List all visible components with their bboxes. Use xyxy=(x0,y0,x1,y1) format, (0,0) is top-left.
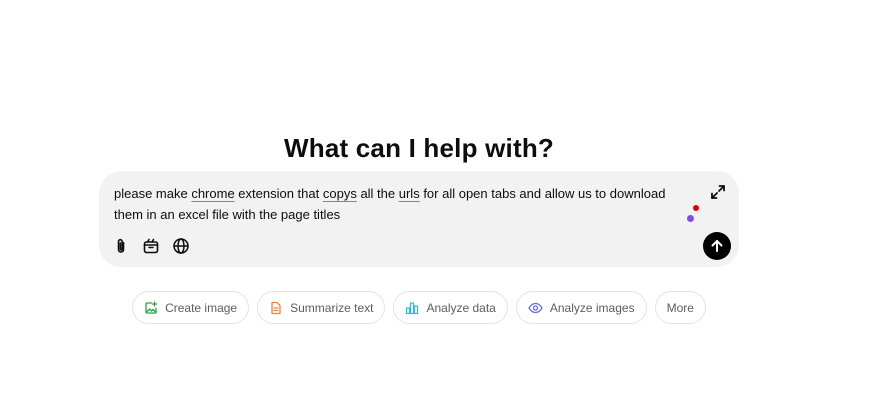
attach-button[interactable] xyxy=(110,235,132,257)
page-title: What can I help with? xyxy=(284,133,554,164)
chat-home: What can I help with? please make chrome… xyxy=(0,0,886,412)
misspelled-word[interactable]: urls xyxy=(399,186,420,201)
chip-label: Create image xyxy=(165,300,238,315)
analyze-data-chip[interactable]: Analyze data xyxy=(393,291,508,324)
web-search-button[interactable] xyxy=(170,235,192,257)
bar-chart-icon xyxy=(406,301,419,314)
image-plus-icon xyxy=(145,300,158,314)
chip-label: Analyze data xyxy=(426,300,496,315)
tools-button[interactable] xyxy=(140,235,162,257)
prompt-text-segment: please make xyxy=(114,186,192,201)
document-icon xyxy=(271,301,281,314)
chip-label: Summarize text xyxy=(290,300,374,315)
arrow-up-icon xyxy=(711,240,723,252)
paperclip-icon xyxy=(117,238,125,253)
send-button[interactable] xyxy=(703,232,731,260)
tools-icon xyxy=(143,238,159,254)
status-dot-red xyxy=(693,205,699,211)
eye-icon xyxy=(528,302,543,313)
expand-button[interactable] xyxy=(707,181,729,203)
status-dot-purple xyxy=(687,215,694,222)
prompt-input[interactable]: please make chrome extension that copys … xyxy=(114,183,694,225)
more-chip[interactable]: More xyxy=(654,291,706,324)
summarize-text-chip[interactable]: Summarize text xyxy=(257,291,386,324)
analyze-images-chip[interactable]: Analyze images xyxy=(515,291,647,324)
misspelled-word[interactable]: copys xyxy=(323,186,357,201)
prompt-composer[interactable]: please make chrome extension that copys … xyxy=(99,171,739,267)
chip-label: More xyxy=(666,300,694,315)
suggestion-chips: Create image Summarize text Analyze data… xyxy=(0,291,838,324)
chip-label: Analyze images xyxy=(549,300,635,315)
globe-icon xyxy=(173,238,189,254)
prompt-text-segment: extension that xyxy=(234,186,323,201)
misspelled-word[interactable]: chrome xyxy=(191,186,234,201)
expand-icon xyxy=(711,185,725,199)
prompt-text-segment: all the xyxy=(356,186,399,201)
create-image-chip[interactable]: Create image xyxy=(132,291,250,324)
